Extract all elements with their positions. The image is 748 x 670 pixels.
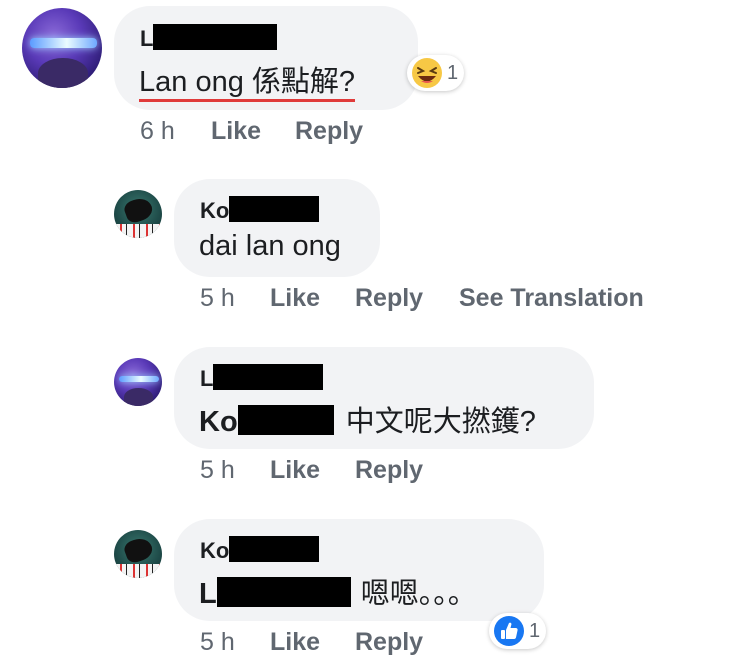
redacted-name xyxy=(216,577,351,607)
timestamp[interactable]: 5 h xyxy=(200,628,235,657)
mention-name[interactable]: Ko xyxy=(199,406,238,438)
redacted-name xyxy=(213,364,324,390)
like-link[interactable]: Like xyxy=(270,284,320,313)
spellcheck-underline: Lan ong 係點解? xyxy=(139,66,356,102)
see-translation-link[interactable]: See Translation xyxy=(459,284,644,313)
avatar[interactable] xyxy=(114,190,162,238)
haha-icon xyxy=(412,58,442,88)
comment-author[interactable]: Ko xyxy=(200,536,320,564)
reaction-count: 1 xyxy=(529,619,541,642)
avatar[interactable] xyxy=(114,358,162,406)
reaction-badge[interactable]: 1 xyxy=(489,613,547,649)
comment-body: 嗯嗯。。。 xyxy=(360,578,477,610)
comment-text: Lan ong 係點解? xyxy=(139,58,356,102)
comment-author[interactable]: L xyxy=(140,24,278,52)
avatar[interactable] xyxy=(114,530,162,578)
timestamp[interactable]: 5 h xyxy=(200,284,235,313)
comment-text: L 嗯嗯。。。 xyxy=(199,570,477,612)
reply-link[interactable]: Reply xyxy=(355,456,423,485)
redacted-name xyxy=(229,536,320,562)
avatar[interactable] xyxy=(22,8,102,88)
comment-body: 中文呢大撚鑊? xyxy=(345,406,536,438)
comment-author[interactable]: Ko xyxy=(200,196,320,224)
author-name[interactable]: Ko xyxy=(200,538,229,563)
like-link[interactable]: Like xyxy=(270,628,320,657)
reply-link[interactable]: Reply xyxy=(355,628,423,657)
redacted-name xyxy=(237,405,334,435)
comment-text: dai lan ong xyxy=(199,230,341,262)
reply-link[interactable]: Reply xyxy=(295,117,363,146)
like-icon xyxy=(494,616,524,646)
reaction-count: 1 xyxy=(447,61,459,84)
reaction-badge[interactable]: 1 xyxy=(407,55,465,91)
author-name[interactable]: L xyxy=(200,366,213,391)
comment-text: Ko 中文呢大撚鑊? xyxy=(199,398,536,440)
redacted-name xyxy=(153,24,278,50)
mention-name[interactable]: L xyxy=(199,578,217,610)
reply-link[interactable]: Reply xyxy=(355,284,423,313)
like-link[interactable]: Like xyxy=(270,456,320,485)
mention-tag[interactable]: Ko xyxy=(199,405,334,438)
timestamp[interactable]: 6 h xyxy=(140,117,175,146)
redacted-name xyxy=(229,196,320,222)
author-name[interactable]: L xyxy=(140,26,153,51)
comment-author[interactable]: L xyxy=(200,364,324,392)
author-name[interactable]: Ko xyxy=(200,198,229,223)
timestamp[interactable]: 5 h xyxy=(200,456,235,485)
mention-tag[interactable]: L xyxy=(199,577,351,610)
like-link[interactable]: Like xyxy=(211,117,261,146)
